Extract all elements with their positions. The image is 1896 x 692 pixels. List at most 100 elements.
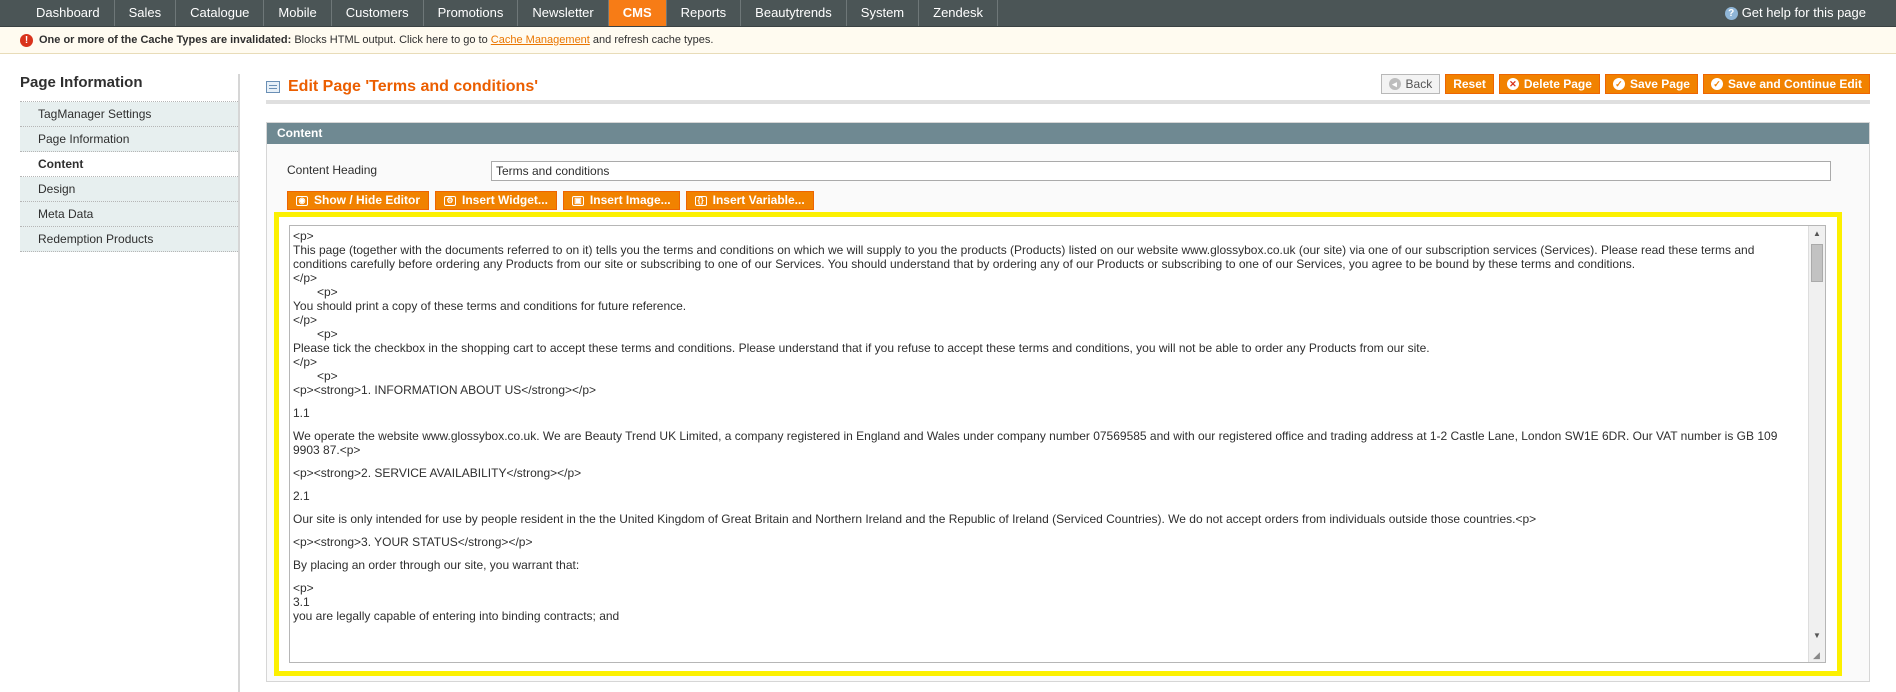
sidebar: Page Information TagManager Settings Page… — [20, 74, 240, 252]
error-icon: ! — [20, 33, 33, 47]
eye-icon: ◉ — [296, 195, 308, 206]
nav-item-catalogue[interactable]: Catalogue — [176, 0, 265, 26]
notice-text-1: Blocks HTML output. Click here to go to — [294, 33, 488, 46]
sidebar-item-content[interactable]: Content — [20, 152, 240, 177]
reset-button[interactable]: Reset — [1445, 74, 1494, 94]
content-line: <p> — [317, 285, 338, 299]
content-line: 3.1 — [293, 595, 310, 609]
content-line: By placing an order through our site, yo… — [293, 558, 580, 572]
cache-notice: ! One or more of the Cache Types are inv… — [0, 27, 1896, 54]
back-button-label: Back — [1405, 77, 1433, 91]
checkmark-icon: ✓ — [1710, 78, 1723, 90]
widget-icon: ⚙ — [444, 195, 457, 206]
insert-widget-button[interactable]: ⚙ Insert Widget... — [435, 191, 557, 210]
content-line: <p> — [293, 229, 314, 243]
scroll-down-arrow-icon[interactable]: ▼ — [1809, 628, 1825, 644]
content-line — [293, 397, 1801, 406]
content-heading-input[interactable] — [491, 161, 1831, 181]
editor-button-label: Insert Widget... — [462, 193, 548, 207]
top-navigation: Dashboard Sales Catalogue Mobile Customers Pr… — [0, 0, 1896, 27]
sidebar-title: Page Information — [20, 74, 143, 91]
notice-text-2: and refresh cache types. — [592, 33, 714, 46]
nav-item-system[interactable]: System — [847, 0, 920, 26]
nav-item-sales[interactable]: Sales — [115, 0, 177, 26]
content-line — [293, 526, 1801, 535]
nav-item-beautytrends[interactable]: Beautytrends — [741, 0, 847, 26]
content-line: </p> — [293, 313, 318, 327]
variable-icon: {} — [694, 195, 707, 206]
action-buttons: ◂ Back Reset ✕ Delete Page ✓ Save Page ✓… — [1380, 74, 1870, 94]
back-button[interactable]: ◂ Back — [1380, 74, 1441, 94]
page-header: Edit Page 'Terms and conditions' ◂ Back … — [266, 74, 1870, 104]
content-line: <p><strong>1. INFORMATION ABOUT US</stro… — [293, 383, 597, 397]
content-textarea[interactable]: <p> This page (together with the document… — [289, 225, 1826, 663]
save-page-button[interactable]: ✓ Save Page — [1604, 74, 1698, 94]
content-line: <p> — [293, 581, 314, 595]
content-line: 1.1 — [293, 406, 310, 420]
content-line: </p> — [293, 271, 318, 285]
back-arrow-icon: ◂ — [1388, 78, 1401, 90]
editor-highlight: <p> This page (together with the document… — [274, 212, 1842, 676]
content-line: <p><strong>3. YOUR STATUS</strong></p> — [293, 535, 533, 549]
page-title: Edit Page 'Terms and conditions' — [266, 78, 538, 96]
help-link[interactable]: ? Get help for this page — [1724, 0, 1866, 26]
nav-item-cms[interactable]: CMS — [608, 0, 667, 26]
content-line: you are legally capable of entering into… — [293, 609, 620, 623]
nav-item-dashboard[interactable]: Dashboard — [22, 0, 115, 26]
sidebar-item-tagmanager-settings[interactable]: TagManager Settings — [20, 102, 240, 127]
content-line: Please tick the checkbox in the shopping… — [293, 341, 1430, 355]
editor-button-label: Insert Image... — [589, 193, 671, 207]
cache-management-link[interactable]: Cache Management — [491, 34, 590, 46]
content-line: <p><strong>2. SERVICE AVAILABILITY</stro… — [293, 466, 582, 480]
scroll-up-arrow-icon[interactable]: ▲ — [1809, 226, 1825, 242]
image-icon: ▣ — [571, 195, 584, 206]
save-button-label: Save Page — [1629, 77, 1690, 91]
insert-image-button[interactable]: ▣ Insert Image... — [562, 191, 680, 210]
resize-handle-icon[interactable]: ◢ — [1813, 650, 1823, 660]
content-line: You should print a copy of these terms a… — [293, 299, 687, 313]
content-line — [293, 420, 1801, 429]
help-icon: ? — [1724, 6, 1738, 20]
content-line: Our site is only intended for use by peo… — [293, 512, 1537, 526]
nav-item-zendesk[interactable]: Zendesk — [919, 0, 998, 26]
insert-variable-button[interactable]: {} Insert Variable... — [685, 191, 814, 210]
nav-item-promotions[interactable]: Promotions — [424, 0, 519, 26]
content-line: 2.1 — [293, 489, 310, 503]
content-line: This page (together with the documents r… — [293, 243, 1755, 257]
nav-item-mobile[interactable]: Mobile — [264, 0, 332, 26]
save-and-continue-button[interactable]: ✓ Save and Continue Edit — [1702, 74, 1870, 94]
editor-button-label: Insert Variable... — [712, 193, 805, 207]
nav-item-reports[interactable]: Reports — [667, 0, 742, 26]
sidebar-divider — [238, 74, 240, 692]
sidebar-tabs: TagManager Settings Page Information Conte… — [20, 101, 240, 252]
reset-button-label: Reset — [1453, 77, 1486, 91]
page-icon — [266, 81, 280, 93]
scroll-thumb[interactable] — [1811, 244, 1823, 282]
content-heading-label: Content Heading — [287, 163, 378, 177]
content-line: We operate the website www.glossybox.co.… — [293, 429, 1778, 443]
page-title-text: Edit Page 'Terms and conditions' — [288, 78, 539, 95]
nav-item-customers[interactable]: Customers — [332, 0, 424, 26]
textarea-scrollbar[interactable]: ▲ ▼ — [1808, 226, 1825, 662]
content-line: <p> — [317, 327, 338, 341]
sidebar-item-redemption-products[interactable]: Redemption Products — [20, 227, 240, 252]
sidebar-item-meta-data[interactable]: Meta Data — [20, 202, 240, 227]
editor-toolbar: ◉ Show / Hide Editor ⚙ Insert Widget... ▣ Ins… — [287, 191, 814, 210]
checkmark-icon: ✓ — [1612, 78, 1625, 90]
notice-strong: One or more of the Cache Types are inval… — [39, 33, 292, 46]
content-line — [293, 572, 1801, 581]
content-line: conditions carefully before ordering any… — [293, 257, 1636, 271]
editor-button-label: Show / Hide Editor — [314, 193, 421, 207]
delete-page-button[interactable]: ✕ Delete Page — [1498, 74, 1600, 94]
sidebar-item-design[interactable]: Design — [20, 177, 240, 202]
save-continue-button-label: Save and Continue Edit — [1727, 77, 1862, 91]
sidebar-item-page-information[interactable]: Page Information — [20, 127, 240, 152]
show-hide-editor-button[interactable]: ◉ Show / Hide Editor — [287, 191, 430, 210]
content-html-text[interactable]: <p> This page (together with the document… — [293, 229, 1801, 623]
nav-item-newsletter[interactable]: Newsletter — [518, 0, 609, 26]
delete-button-label: Delete Page — [1523, 77, 1592, 91]
delete-icon: ✕ — [1506, 78, 1519, 90]
help-label: Get help for this page — [1741, 5, 1866, 20]
nav-menu: Dashboard Sales Catalogue Mobile Customers Pr… — [22, 0, 998, 26]
content-line: </p> — [293, 355, 318, 369]
